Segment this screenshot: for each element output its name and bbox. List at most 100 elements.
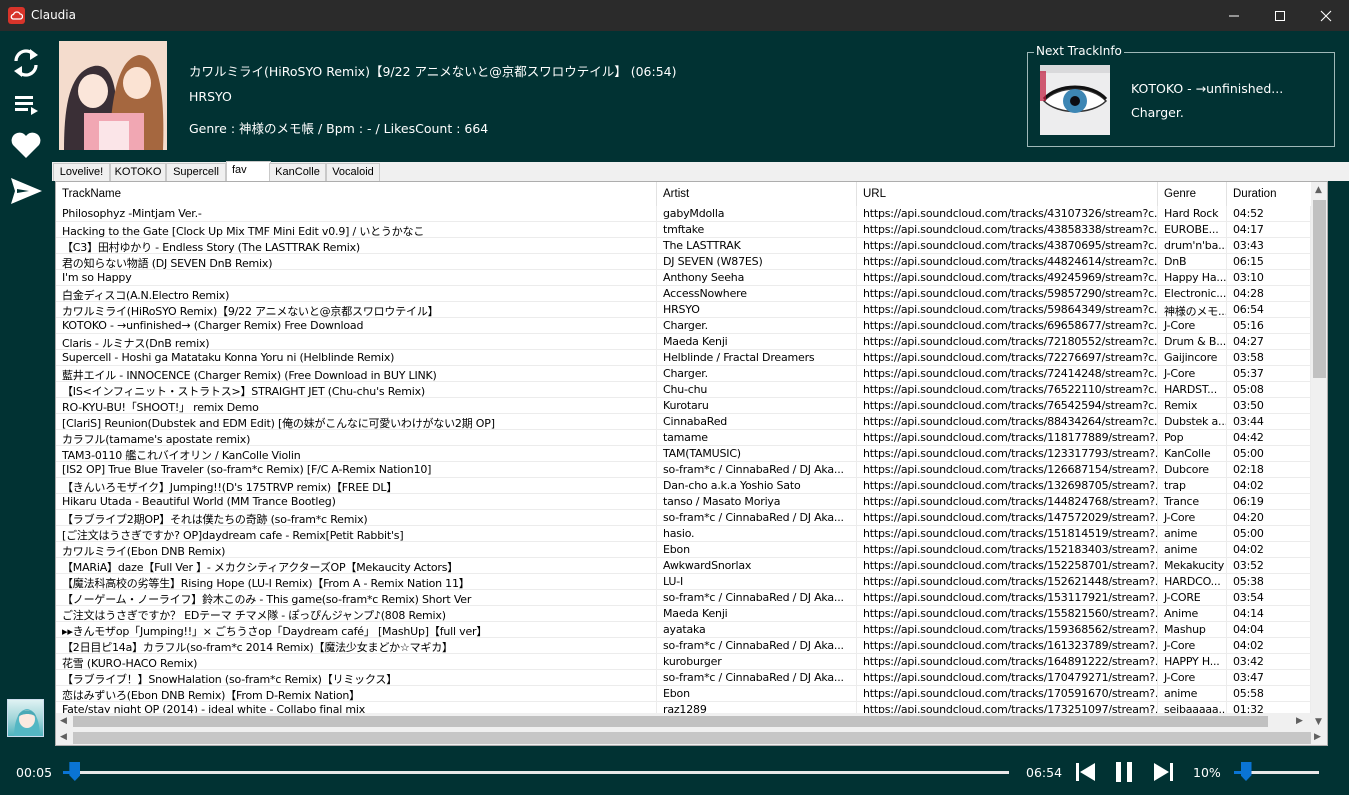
table-row[interactable]: Hacking to the Gate [Clock Up Mix TMF Mi…	[56, 222, 1311, 238]
next-track-legend: Next TrackInfo	[1034, 44, 1124, 58]
track-name-cell: 【ラブライブ2期OP】それは僕たちの奇跡 (so-fram*c Remix)	[56, 510, 657, 526]
heart-icon[interactable]	[9, 128, 43, 162]
artist-cell: Charger.	[657, 318, 857, 334]
column-header-artist[interactable]: Artist	[657, 182, 857, 206]
table-row[interactable]: ご注文はうさぎですか？ EDテーマ チマメ隊 - ぽっぴんジャンプ♪(808 R…	[56, 606, 1311, 622]
track-name-cell: 花雪 (KURO-HACO Remix)	[56, 654, 657, 670]
close-button[interactable]	[1303, 0, 1349, 31]
genre-cell: Mekakucity	[1158, 558, 1227, 574]
table-row[interactable]: Hikaru Utada - Beautiful World (MM Tranc…	[56, 494, 1311, 510]
seek-slider[interactable]	[63, 771, 1009, 774]
duration-cell: 06:54	[1227, 302, 1311, 318]
table-row[interactable]: Claris - ルミナス(DnB remix) Maeda Kenji https…	[56, 334, 1311, 350]
maximize-button[interactable]	[1257, 0, 1303, 31]
tab-vocaloid[interactable]: Vocaloid	[326, 163, 380, 181]
scroll-left-icon[interactable]: ◀	[60, 716, 67, 726]
vertical-scrollbar[interactable]: ▲ ▼	[1311, 182, 1327, 730]
previous-button[interactable]	[1074, 761, 1098, 783]
table-row[interactable]: 君の知らない物語 (DJ SEVEN DnB Remix) DJ SEVEN (W…	[56, 254, 1311, 270]
genre-cell: Dubstek a...	[1158, 414, 1227, 430]
next-button[interactable]	[1151, 761, 1175, 783]
artist-cell: Charger.	[657, 366, 857, 382]
table-row[interactable]: [IS2 OP] True Blue Traveler (so-fram*c R…	[56, 462, 1311, 478]
scroll-up-icon[interactable]: ▲	[1315, 185, 1322, 195]
scroll-right-icon[interactable]: ▶	[1296, 716, 1303, 726]
tab-kotoko[interactable]: KOTOKO	[110, 163, 166, 181]
table-row[interactable]: 花雪 (KURO-HACO Remix) kuroburger https://ap…	[56, 654, 1311, 670]
horizontal-scroll-thumb[interactable]	[73, 716, 1268, 727]
table-row[interactable]: ▸▸きんモザop「Jumping!!」× ごちうさop「Daydream caf…	[56, 622, 1311, 638]
table-row[interactable]: 【魔法科高校の劣等生】Rising Hope (LU-I Remix)【From…	[56, 574, 1311, 590]
table-row[interactable]: [ClariS] Reunion(Dubstek and EDM Edit) […	[56, 414, 1311, 430]
column-header-genre[interactable]: Genre	[1158, 182, 1227, 206]
player-bar: 00:05 06:54 10%	[0, 746, 1349, 795]
table-row[interactable]: 【ラブライブ2期OP】それは僕たちの奇跡 (so-fram*c Remix) so…	[56, 510, 1311, 526]
table-row[interactable]: RO-KYU-BU!「SHOOT!」 remix Demo Kurotaru htt…	[56, 398, 1311, 414]
table-row[interactable]: カラフル(tamame's apostate remix) tamame https…	[56, 430, 1311, 446]
outer-horizontal-scroll-thumb[interactable]	[73, 732, 1311, 744]
url-cell: https://api.soundcloud.com/tracks/431073…	[857, 206, 1158, 222]
vertical-scroll-thumb[interactable]	[1313, 200, 1326, 378]
outer-horizontal-scrollbar[interactable]: ◀ ▶	[56, 730, 1327, 745]
table-row[interactable]: KOTOKO - →unfinished→ (Charger Remix) Fr…	[56, 318, 1311, 334]
url-cell: https://api.soundcloud.com/tracks/159368…	[857, 622, 1158, 638]
table-row[interactable]: TAM3-0110 艦これバイオリン / KanColle Violin TAM(…	[56, 446, 1311, 462]
url-cell: https://api.soundcloud.com/tracks/170591…	[857, 686, 1158, 702]
track-name-cell: [IS2 OP] True Blue Traveler (so-fram*c R…	[56, 462, 657, 478]
now-playing-artist: HRSYO	[189, 89, 232, 104]
genre-cell: 神様のメモ...	[1158, 302, 1227, 318]
table-row[interactable]: 【ラブライブ！】SnowHalation (so-fram*c Remix)【リ…	[56, 670, 1311, 686]
table-row[interactable]: カワルミライ(Ebon DNB Remix) Ebon https://api.so…	[56, 542, 1311, 558]
next-track-panel: Next TrackInfo KOTOKO - →unfinished... C…	[1027, 44, 1335, 147]
tab-lovelive[interactable]: Lovelive!	[53, 163, 110, 181]
volume-thumb[interactable]	[1240, 762, 1252, 781]
playlist-icon[interactable]	[9, 88, 43, 122]
table-row[interactable]: 【ノーゲーム・ノーライフ】鈴木このみ - This game(so-fram*c…	[56, 590, 1311, 606]
table-row[interactable]: Supercell - Hoshi ga Matataku Konna Yoru…	[56, 350, 1311, 366]
seek-thumb[interactable]	[69, 762, 81, 781]
table-row[interactable]: 藍井エイル - INNOCENCE (Charger Remix) (Free …	[56, 366, 1311, 382]
tab-supercell[interactable]: Supercell	[166, 163, 226, 181]
table-row[interactable]: カワルミライ(HiRoSYO Remix)【9/22 アニメないと@京都スワロウ…	[56, 302, 1311, 318]
table-row[interactable]: [ご注文はうさぎですか? OP]daydream cafe - Remix[Pe…	[56, 526, 1311, 542]
column-header-trackname[interactable]: TrackName	[56, 182, 657, 206]
artist-cell: The LASTTRAK	[657, 238, 857, 254]
column-header-url[interactable]: URL	[857, 182, 1158, 206]
tab-fav[interactable]: fav	[226, 161, 271, 181]
url-cell: https://api.soundcloud.com/tracks/696586…	[857, 318, 1158, 334]
track-name-cell: 恋はみずいろ(Ebon DNB Remix)【From D-Remix Nati…	[56, 686, 657, 702]
table-row[interactable]: 【C3】田村ゆかり - Endless Story (The LASTTRAK …	[56, 238, 1311, 254]
track-name-cell: Hacking to the Gate [Clock Up Mix TMF Mi…	[56, 222, 657, 238]
url-cell: https://api.soundcloud.com/tracks/492459…	[857, 270, 1158, 286]
duration-cell: 04:02	[1227, 542, 1311, 558]
table-row[interactable]: 【IS<インフィニット・ストラトス>】STRAIGHT JET (Chu-chu…	[56, 382, 1311, 398]
url-cell: https://api.soundcloud.com/tracks/155821…	[857, 606, 1158, 622]
outer-scroll-right-icon[interactable]: ▶	[1314, 732, 1321, 742]
genre-cell: HAPPY H...	[1158, 654, 1227, 670]
tab-kancolle[interactable]: KanColle	[269, 163, 326, 181]
pause-button[interactable]	[1113, 761, 1137, 783]
url-cell: https://api.soundcloud.com/tracks/170479…	[857, 670, 1158, 686]
table-row[interactable]: Philosophyz -Mintjam Ver.- gabyMdolla http…	[56, 206, 1311, 222]
sync-icon[interactable]	[9, 46, 43, 80]
title-bar: Claudia	[0, 0, 1349, 31]
column-header-duration[interactable]: Duration	[1227, 182, 1311, 206]
send-icon[interactable]	[9, 174, 43, 208]
table-row[interactable]: 【MARiA】daze【Full Ver 】- メカクシティアクターズOP【Me…	[56, 558, 1311, 574]
track-name-cell: 【2日目ピ14a】カラフル(so-fram*c 2014 Remix)【魔法少女…	[56, 638, 657, 654]
skip-next-icon	[1154, 763, 1173, 781]
table-row[interactable]: I'm so Happy Anthony Seeha https://api.sou…	[56, 270, 1311, 286]
avatar[interactable]	[7, 699, 44, 737]
table-row[interactable]: 【きんいろモザイク】Jumping!!(D's 175TRVP remix)【F…	[56, 478, 1311, 494]
duration-cell: 04:02	[1227, 478, 1311, 494]
horizontal-scrollbar[interactable]: ◀ ▶	[56, 713, 1311, 730]
outer-scroll-left-icon[interactable]: ◀	[60, 732, 67, 742]
table-row[interactable]: 【2日目ピ14a】カラフル(so-fram*c 2014 Remix)【魔法少女…	[56, 638, 1311, 654]
table-row[interactable]: 恋はみずいろ(Ebon DNB Remix)【From D-Remix Nati…	[56, 686, 1311, 702]
scroll-down-icon[interactable]: ▼	[1315, 717, 1322, 727]
duration-cell: 04:17	[1227, 222, 1311, 238]
minimize-button[interactable]	[1211, 0, 1257, 31]
table-row[interactable]: 白金ディスコ(A.N.Electro Remix) AccessNowhere ht…	[56, 286, 1311, 302]
url-cell: https://api.soundcloud.com/tracks/722766…	[857, 350, 1158, 366]
next-track-artist: Charger.	[1131, 105, 1184, 120]
